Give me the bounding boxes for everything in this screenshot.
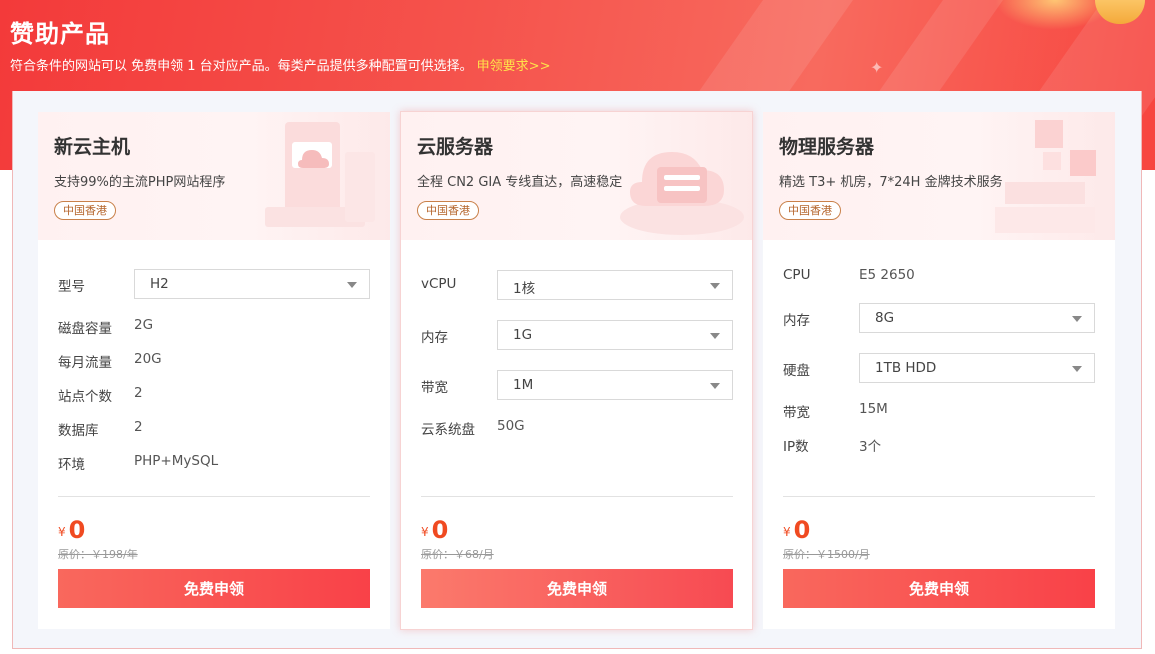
sparkle-icon: ✦ <box>870 58 884 77</box>
spec-row-vcpu: vCPU 1核 <box>421 270 733 300</box>
spec-value: PHP+MySQL <box>134 453 219 469</box>
card-header: 物理服务器 精选 T3+ 机房，7*24H 金牌技术服务 中国香港 <box>763 112 1115 240</box>
spec-label: 型号 <box>58 279 85 295</box>
caret-down-icon <box>710 333 720 339</box>
spec-label: 硬盘 <box>783 363 810 379</box>
spec-label: 每月流量 <box>58 355 112 371</box>
spec-value: 20G <box>134 351 162 367</box>
caret-down-icon <box>710 383 720 389</box>
divider <box>58 496 370 497</box>
spec-value: 3个 <box>859 439 882 455</box>
claim-button[interactable]: 免费申领 <box>783 569 1095 608</box>
product-card-cloud-server: 云服务器 全程 CN2 GIA 专线直达，高速稳定 中国香港 vCPU 1核 内… <box>400 111 753 630</box>
product-card-virtual-host: 新云主机 支持99%的主流PHP网站程序 中国香港 型号 H2 磁盘容量 2G … <box>38 112 390 629</box>
spec-value: 2 <box>134 419 143 435</box>
spec-row-model: 型号 H2 <box>58 269 370 299</box>
spec-row-bandwidth: 带宽 1M <box>421 370 733 400</box>
select-value: 1核 <box>513 281 536 297</box>
spec-label: 云系统盘 <box>421 422 475 438</box>
region-badge: 中国香港 <box>779 201 841 220</box>
cloud-server-illustration-icon <box>265 122 375 227</box>
card-title: 物理服务器 <box>779 136 875 158</box>
select-value: 1G <box>513 327 533 343</box>
price-value: 0 <box>68 516 86 544</box>
spec-value: 15M <box>859 401 888 417</box>
spec-value: E5 2650 <box>859 267 915 283</box>
divider <box>421 496 733 497</box>
caret-down-icon <box>1072 316 1082 322</box>
price-value: 0 <box>431 516 449 544</box>
product-card-dedicated-server: 物理服务器 精选 T3+ 机房，7*24H 金牌技术服务 中国香港 CPU E5… <box>763 112 1115 629</box>
region-badge: 中国香港 <box>417 201 479 220</box>
cloud-server-illustration-icon <box>620 152 744 235</box>
spec-label: CPU <box>783 267 811 283</box>
spec-value: 2 <box>134 385 143 401</box>
bandwidth-select[interactable]: 1M <box>497 370 733 400</box>
select-value: 1TB HDD <box>875 360 937 376</box>
claim-button[interactable]: 免费申领 <box>421 569 733 608</box>
region-badge: 中国香港 <box>54 201 116 220</box>
page-title: 赞助产品 <box>10 20 110 48</box>
spec-label: 环境 <box>58 457 85 473</box>
spec-row-disk: 硬盘 1TB HDD <box>783 353 1095 383</box>
claim-button[interactable]: 免费申领 <box>58 569 370 608</box>
original-price: 原价：￥68/月 <box>421 548 494 561</box>
model-select[interactable]: H2 <box>134 269 370 299</box>
disk-select[interactable]: 1TB HDD <box>859 353 1095 383</box>
card-title: 云服务器 <box>417 136 494 158</box>
select-value: H2 <box>150 276 169 292</box>
card-header: 云服务器 全程 CN2 GIA 专线直达，高速稳定 中国香港 <box>401 112 752 240</box>
caret-down-icon <box>347 282 357 288</box>
currency-symbol: ¥ <box>783 525 791 539</box>
select-value: 1M <box>513 377 534 393</box>
price-value: 0 <box>793 516 811 544</box>
currency-symbol: ¥ <box>58 525 66 539</box>
spec-label: 数据库 <box>58 423 99 439</box>
spec-label: 站点个数 <box>58 389 112 405</box>
memory-select[interactable]: 8G <box>859 303 1095 333</box>
spec-label: 带宽 <box>783 405 810 421</box>
requirements-link[interactable]: 申领要求>> <box>477 59 551 74</box>
price: ¥0 <box>421 516 448 544</box>
spec-row-memory: 内存 1G <box>421 320 733 350</box>
original-price: 原价：￥1500/月 <box>783 548 870 561</box>
divider <box>783 496 1095 497</box>
banner-description-text: 符合条件的网站可以 免费申领 1 台对应产品。每类产品提供多种配置可供选择。 <box>10 59 473 74</box>
memory-select[interactable]: 1G <box>497 320 733 350</box>
card-subtitle: 全程 CN2 GIA 专线直达，高速稳定 <box>417 175 623 190</box>
spec-label: 磁盘容量 <box>58 321 112 337</box>
card-subtitle: 支持99%的主流PHP网站程序 <box>54 175 226 190</box>
vcpu-select[interactable]: 1核 <box>497 270 733 300</box>
card-header: 新云主机 支持99%的主流PHP网站程序 中国香港 <box>38 112 390 240</box>
spec-label: 内存 <box>783 313 810 329</box>
spec-label: IP数 <box>783 439 809 455</box>
spec-value: 50G <box>497 418 525 434</box>
banner-description: 符合条件的网站可以 免费申领 1 台对应产品。每类产品提供多种配置可供选择。 申领… <box>10 55 550 74</box>
caret-down-icon <box>1072 366 1082 372</box>
spec-row-memory: 内存 8G <box>783 303 1095 333</box>
spec-label: 内存 <box>421 330 448 346</box>
caret-down-icon <box>710 283 720 289</box>
original-price: 原价：￥198/年 <box>58 548 138 561</box>
spec-value: 2G <box>134 317 154 333</box>
select-value: 8G <box>875 310 895 326</box>
card-title: 新云主机 <box>54 136 131 158</box>
spec-label: vCPU <box>421 276 457 292</box>
spec-label: 带宽 <box>421 380 448 396</box>
card-subtitle: 精选 T3+ 机房，7*24H 金牌技术服务 <box>779 175 1003 190</box>
price: ¥0 <box>783 516 810 544</box>
price: ¥0 <box>58 516 85 544</box>
currency-symbol: ¥ <box>421 525 429 539</box>
